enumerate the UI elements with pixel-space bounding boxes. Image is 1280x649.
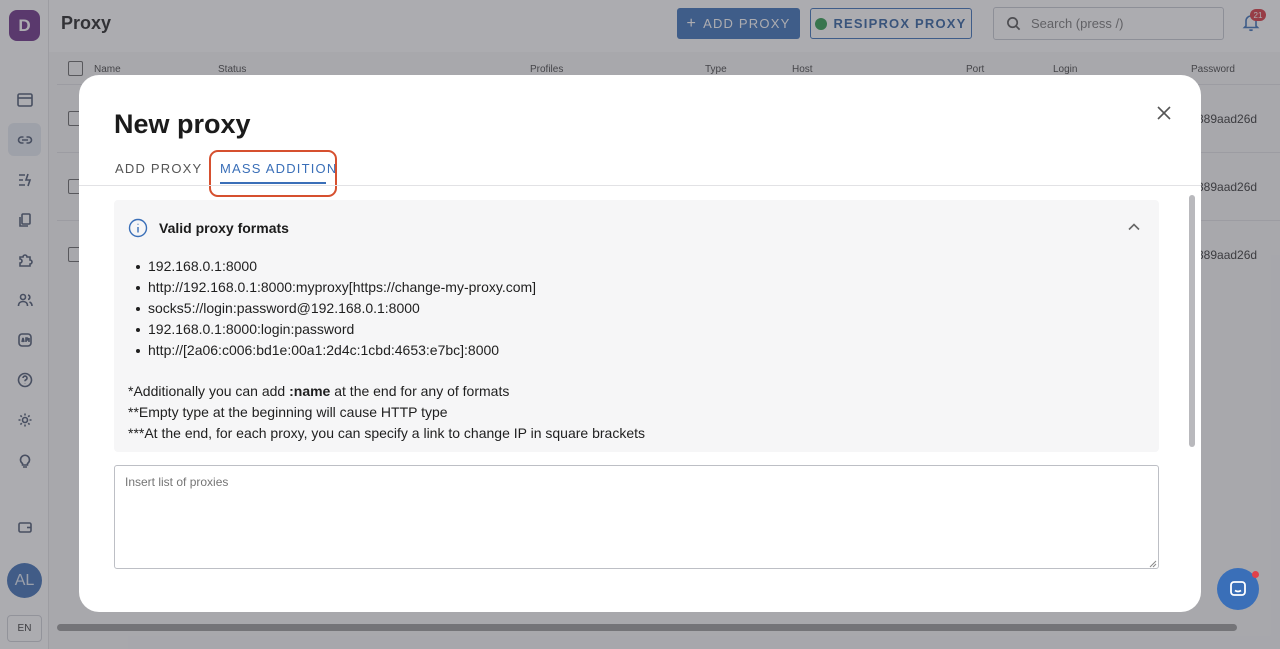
chat-icon <box>1230 581 1246 596</box>
note-text: *Additionally you can add <box>128 383 290 399</box>
info-icon <box>128 218 148 238</box>
close-icon <box>1157 106 1171 120</box>
proxy-formats-panel: Valid proxy formats 192.168.0.1:8000 htt… <box>114 200 1159 452</box>
chat-unread-dot <box>1252 571 1259 578</box>
new-proxy-dialog: New proxy ADD PROXY MASS ADDITION Valid … <box>79 75 1201 612</box>
note-bold: :name <box>289 383 331 399</box>
formats-list: 192.168.0.1:8000 http://192.168.0.1:8000… <box>135 256 536 361</box>
proxy-list-input[interactable] <box>114 465 1159 569</box>
list-item: socks5://login:password@192.168.0.1:8000 <box>135 298 536 319</box>
dialog-title: New proxy <box>114 109 251 139</box>
formats-title: Valid proxy formats <box>159 220 289 236</box>
tab-add-proxy[interactable]: ADD PROXY <box>115 161 202 176</box>
chevron-up-icon[interactable] <box>1127 220 1141 234</box>
note-text: at the end for any of formats <box>330 383 510 399</box>
note-empty-type: **Empty type at the beginning will cause… <box>128 404 448 420</box>
list-item: http://[2a06:c006:bd1e:00a1:2d4c:1cbd:46… <box>135 340 536 361</box>
dialog-scrollbar[interactable] <box>1189 195 1195 447</box>
note-name-suffix: *Additionally you can add :name at the e… <box>128 381 645 402</box>
list-item: 192.168.0.1:8000:login:password <box>135 319 536 340</box>
close-button[interactable] <box>1153 102 1175 124</box>
tabs-divider <box>79 185 1201 186</box>
resize-handle-icon[interactable] <box>1149 560 1157 568</box>
tab-highlight-outline <box>209 150 337 197</box>
note-change-ip: ***At the end, for each proxy, you can s… <box>128 425 646 441</box>
list-item: 192.168.0.1:8000 <box>135 256 536 277</box>
format-notes: *Additionally you can add :name at the e… <box>128 381 645 444</box>
list-item: http://192.168.0.1:8000:myproxy[https://… <box>135 277 536 298</box>
